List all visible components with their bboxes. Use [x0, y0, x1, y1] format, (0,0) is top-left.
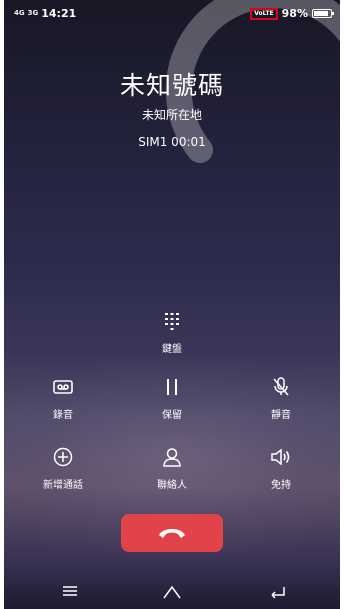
keypad-label: 鍵盤	[162, 344, 182, 355]
back-icon[interactable]	[270, 585, 286, 599]
person-icon	[137, 446, 207, 468]
signal-3g-icon: 3G	[27, 9, 39, 17]
home-icon[interactable]	[162, 585, 182, 599]
contacts-label: 聯絡人	[157, 480, 187, 491]
hold-button[interactable]: 保留	[137, 376, 207, 421]
cassette-icon	[28, 376, 98, 398]
record-label: 錄音	[53, 410, 73, 421]
call-timer: SIM1 00:01	[138, 135, 206, 149]
end-call-button[interactable]	[121, 514, 223, 552]
add-call-label: 新增通話	[43, 480, 83, 491]
volte-icon: VoLTE	[250, 7, 278, 20]
keypad-button[interactable]: 鍵盤	[137, 310, 207, 355]
caller-location: 未知所在地	[141, 108, 202, 122]
battery-percent: 98%	[281, 7, 308, 20]
status-right: VoLTE 98%	[250, 7, 334, 20]
signal-4g-icon: 4G	[14, 9, 25, 17]
mute-label: 靜音	[271, 410, 291, 421]
status-time: 14:21	[41, 7, 77, 20]
navigation-bar	[4, 573, 340, 609]
contacts-button[interactable]: 聯絡人	[137, 446, 207, 491]
mic-muted-icon	[246, 376, 316, 398]
record-button[interactable]: 錄音	[28, 376, 98, 421]
phone-hangup-icon	[159, 529, 185, 538]
mute-button[interactable]: 靜音	[246, 376, 316, 421]
speaker-button[interactable]: 免持	[246, 446, 316, 491]
status-left: 4G 3G 14:21	[14, 7, 76, 20]
add-call-button[interactable]: 新增通話	[28, 446, 98, 491]
plus-circle-icon	[28, 446, 98, 468]
menu-icon[interactable]	[62, 585, 78, 597]
speaker-label: 免持	[271, 480, 291, 491]
call-screen: 4G 3G 14:21 VoLTE 98% 未知號碼 未知所在地 SIM1 00…	[4, 0, 340, 609]
caller-name: 未知號碼	[119, 71, 224, 100]
keypad-icon	[137, 310, 207, 332]
battery-icon	[312, 9, 334, 18]
pause-icon	[137, 376, 207, 398]
status-bar: 4G 3G 14:21 VoLTE 98%	[4, 0, 340, 26]
hold-label: 保留	[162, 410, 182, 421]
speaker-icon	[246, 446, 316, 468]
